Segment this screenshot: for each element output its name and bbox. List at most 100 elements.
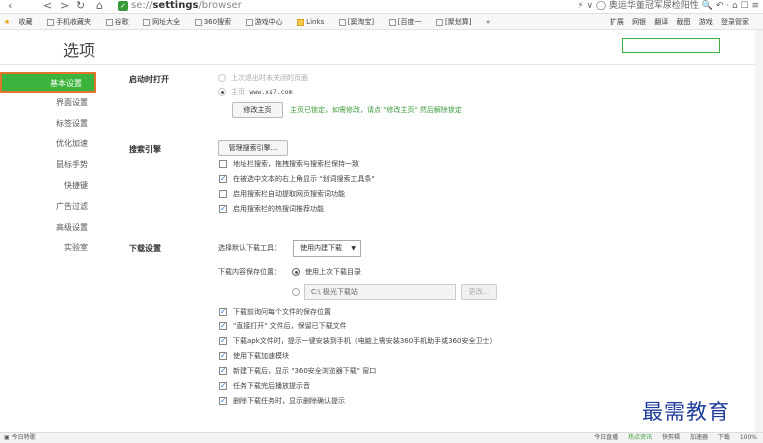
radio-icon[interactable] [218,74,226,82]
star-icon: ★ [4,18,11,26]
status-quick-edit[interactable]: 快剪辑 [662,434,680,441]
page-icon [105,18,113,26]
search-option-4[interactable]: ✓ 启用搜索栏的热搜词推荐功能 [219,204,324,215]
status-zoom[interactable]: 100% [740,434,757,441]
checkbox[interactable] [219,190,227,198]
bookmark-favorites[interactable]: ★ 收藏 [4,14,39,30]
url-prefix: se:// [131,0,153,11]
status-news[interactable]: 热点资讯 [628,434,652,441]
checkbox[interactable] [219,160,227,168]
page-icon [47,18,55,26]
status-download[interactable]: 下载 [718,434,730,441]
sidebar-item-mouse-gestures[interactable]: 鼠标手势 [0,155,100,176]
back-arrow-icon[interactable]: < [43,0,52,12]
extensions-button[interactable]: 扩展 [610,14,624,30]
search-option-3[interactable]: 启用搜索栏自动提取网页搜索词功能 [219,189,345,200]
toolbar-right[interactable]: ⚡ ∨ ◯ 奥运华董冠军尿检阳性 🔍 ↶ · ⌂ ☐ ≡ [577,0,759,12]
bookmark-baidu[interactable]: [百度一 [388,14,428,30]
checkbox-checked[interactable]: ✓ [219,205,227,213]
option-label: 下载apk文件时，提示一键安装到手机（电脑上需安装360手机助手或360安全卫士… [233,337,497,345]
startup-option-homepage[interactable]: 主页 www.xs7.com [218,87,293,98]
radio-icon[interactable] [218,88,226,96]
download-tool-label: 选择默认下载工具： [218,244,281,252]
bookmark-label: 游戏中心 [254,18,283,26]
bookmark-label: [聚划算] [445,18,472,26]
reload-icon[interactable]: ↻ [76,0,85,12]
netbank-button[interactable]: 网银 [632,14,646,30]
bookmark-hao[interactable]: 网址大全 [143,14,186,30]
bookmark-360search[interactable]: 360搜索 [194,14,237,30]
bookmark-mobile[interactable]: 手机收藏夹 [47,14,97,30]
checkbox-checked[interactable]: ✓ [219,382,227,390]
bookmark-taobao[interactable]: [窦淘宝] [338,14,380,30]
bookmark-label: 收藏 [18,18,33,26]
sidebar-item-tabs[interactable]: 标签设置 [0,114,100,135]
download-location-last-option[interactable]: 使用上次下载目录 [292,267,361,278]
radio-icon[interactable] [292,268,300,276]
status-bar: ▣ 今日特歌 今日直播 热点资讯 快剪辑 加速器 下载 100% [0,432,763,443]
search-option-2[interactable]: ✓ 在被选中文本的右上角显示 "划词搜索工具条" [219,174,375,185]
radio-icon[interactable] [292,288,300,296]
download-option-2[interactable]: ✓ "直接打开" 文件后，保留已下载文件 [219,321,347,332]
url-field[interactable]: se://settings/browser [131,0,242,12]
download-option-7[interactable]: ✓ 删除下载任务时，显示删除确认提示 [219,396,345,407]
header-divider [0,64,755,65]
bookmark-more[interactable]: » [486,14,490,30]
screenshot-button[interactable]: 截图 [677,14,691,30]
checkbox-checked[interactable]: ✓ [219,367,227,375]
sidebar-item-lab[interactable]: 实验室 [0,238,100,259]
page-icon [143,18,151,26]
checkbox-checked[interactable]: ✓ [219,397,227,405]
url-suffix: /browser [198,0,242,11]
modify-homepage-button[interactable]: 修改主页 [232,102,283,118]
sidebar-item-shortcuts[interactable]: 快捷键 [0,176,100,197]
option-label: 任务下载完后播放提示音 [233,382,310,390]
startup-option-last-session[interactable]: 上次退出时未关闭的页面 [218,73,308,84]
login-manager-button[interactable]: 登录管家 [721,14,749,30]
bookmark-label: Links [306,18,325,26]
sidebar-item-optimize[interactable]: 优化加速 [0,134,100,155]
bookmark-links[interactable]: Links [297,14,330,30]
checkbox-checked[interactable]: ✓ [219,337,227,345]
download-option-3[interactable]: ✓ 下载apk文件时，提示一键安装到手机（电脑上需安装360手机助手或360安全卫… [219,336,497,347]
status-live[interactable]: 今日直播 [594,434,618,441]
sidebar-item-advanced[interactable]: 高级设置 [0,218,100,239]
back-icon[interactable]: ‹ [8,0,12,12]
games-button[interactable]: 游戏 [699,14,713,30]
status-accelerator[interactable]: 加速器 [690,434,708,441]
checkbox-checked[interactable]: ✓ [219,352,227,360]
homepage-url: www.xs7.com [249,88,293,96]
option-label: 启用搜索栏的热搜词推荐功能 [233,205,324,213]
bookmark-games[interactable]: 游戏中心 [245,14,289,30]
search-option-1[interactable]: 地址栏搜索，拖拽搜索与搜索栏保持一致 [219,159,359,170]
page-icon [388,18,396,26]
security-shield-icon: ✓ [118,1,128,11]
checkbox-checked[interactable]: ✓ [219,308,227,316]
option-label: 主页 [231,88,245,96]
bookmark-google[interactable]: 谷歌 [105,14,135,30]
forward-icon[interactable]: > [60,0,69,12]
change-path-button[interactable]: 更改... [461,284,497,300]
checkbox-checked[interactable]: ✓ [219,322,227,330]
status-left-label: 今日特歌 [11,434,36,441]
home-icon[interactable]: ⌂ [96,0,103,12]
download-option-4[interactable]: ✓ 使用下载加速模块 [219,351,289,362]
download-option-1[interactable]: ✓ 下载前询问每个文件的保存位置 [219,307,331,318]
settings-search-input[interactable] [622,38,720,53]
scrollbar[interactable] [755,30,763,432]
sidebar-item-ad-filter[interactable]: 广告过滤 [0,197,100,218]
download-option-6[interactable]: ✓ 任务下载完后播放提示音 [219,381,310,392]
translate-button[interactable]: 翻译 [654,14,668,30]
download-path-field[interactable]: C:\ 极光下载站 [304,284,456,300]
sidebar-item-interface[interactable]: 界面设置 [0,93,100,114]
sidebar-item-basic[interactable]: 基本设置 [0,72,96,93]
manage-search-engines-button[interactable]: 管理搜索引擎... [218,140,288,156]
bookmark-juhuasuan[interactable]: [聚划算] [436,14,477,30]
download-option-5[interactable]: ✓ 新建下载后，显示 "360安全浏览器下载" 窗口 [219,366,376,377]
status-left[interactable]: ▣ 今日特歌 [4,433,36,443]
checkbox-checked[interactable]: ✓ [219,175,227,183]
download-tool-select[interactable]: 使用内建下载 ▼ [293,240,361,257]
page-icon [338,18,346,26]
option-label: 新建下载后，显示 "360安全浏览器下载" 窗口 [233,367,377,375]
url-path: settings [152,0,199,11]
